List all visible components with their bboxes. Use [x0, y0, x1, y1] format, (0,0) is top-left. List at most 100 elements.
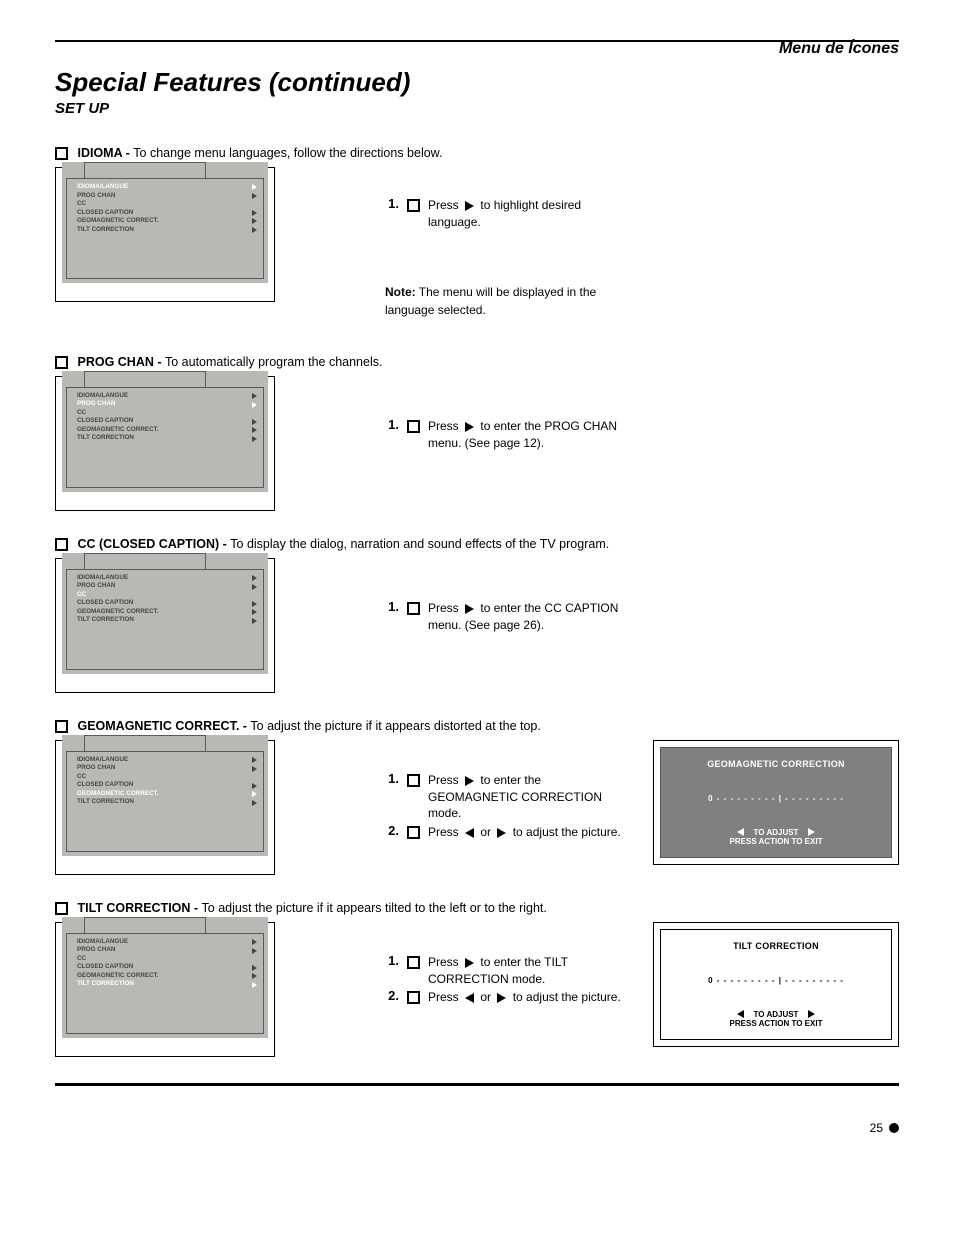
panel-footer: TO ADJUST PRESS ACTION TO EXIT — [669, 828, 883, 847]
step: 1. Press to enter the GEOMAGNETIC CORREC… — [385, 772, 629, 822]
menu-item: CC — [77, 773, 257, 782]
chevron-right-icon — [252, 402, 257, 408]
chevron-right-icon — [252, 218, 257, 224]
square-icon — [407, 826, 420, 839]
geo-panel: GEOMAGNETIC CORRECTION 0 - - - - - - - -… — [653, 740, 899, 865]
menu-item: TILT CORRECTION — [77, 226, 257, 235]
arrow-right-icon — [808, 1010, 815, 1018]
step-number: 1. — [385, 197, 399, 210]
arrow-right-icon — [465, 958, 474, 968]
panel-title: GEOMAGNETIC CORRECTION — [669, 758, 883, 771]
chevron-right-icon — [252, 575, 257, 581]
label-sub: To automatically program the channels. — [165, 355, 382, 369]
chevron-right-icon — [252, 973, 257, 979]
menu-item: IDIOMA/LANGUE — [77, 392, 257, 401]
chevron-right-icon — [252, 757, 257, 763]
panel-scale: 0 - - - - - - - - - | - - - - - - - - - — [669, 795, 883, 803]
panel-scale: 0 - - - - - - - - - | - - - - - - - - - — [669, 977, 883, 985]
step-text: Press to enter the CC CAPTION menu. (See… — [428, 600, 629, 634]
menu-item: CLOSED CAPTION — [77, 781, 257, 790]
chevron-right-icon — [252, 601, 257, 607]
chevron-right-icon — [252, 184, 257, 190]
page: Menu de Ícones Special Features (continu… — [0, 0, 954, 1164]
bullet-icon — [55, 538, 68, 551]
section-idioma: SET UP IDIOMA/LANGUE PROG CHAN CC CLOSED… — [55, 167, 899, 329]
label-text: GEOMAGNETIC CORRECT. - — [77, 719, 250, 733]
chevron-right-icon — [252, 618, 257, 624]
label-text: CC (CLOSED CAPTION) - — [77, 537, 230, 551]
chevron-right-icon — [252, 982, 257, 988]
step-number: 2. — [385, 824, 399, 837]
chevron-right-icon — [252, 227, 257, 233]
dot-icon — [889, 1123, 899, 1133]
menu-thumbnail: SET UP IDIOMA/LANGUE PROG CHAN CC CLOSED… — [55, 922, 275, 1057]
section-cc-label: CC (CLOSED CAPTION) - To display the dia… — [55, 537, 899, 552]
chevron-right-icon — [252, 783, 257, 789]
square-icon — [407, 956, 420, 969]
section-geo: SET UP IDIOMA/LANGUE PROG CHAN CC CLOSED… — [55, 740, 899, 875]
arrow-left-icon — [465, 993, 474, 1003]
square-icon — [407, 199, 420, 212]
step-text: Press or to adjust the picture. — [428, 989, 629, 1006]
menu-item: CC — [77, 591, 257, 600]
menu-item: GEOMAGNETIC CORRECT. — [77, 217, 257, 226]
label-text: IDIOMA - — [77, 146, 133, 160]
section-tilt-label: TILT CORRECTION - To adjust the picture … — [55, 901, 899, 916]
arrow-right-icon — [465, 776, 474, 786]
step: 1. Press to enter the PROG CHAN menu. (S… — [385, 418, 629, 452]
menu-item: IDIOMA/LANGUE — [77, 183, 257, 192]
menu-item: IDIOMA/LANGUE — [77, 756, 257, 765]
menu-item: TILT CORRECTION — [77, 980, 257, 989]
page-title: Special Features (continued) — [55, 68, 899, 97]
menu-item: CC — [77, 955, 257, 964]
chevron-right-icon — [252, 609, 257, 615]
menu-item: IDIOMA/LANGUE — [77, 574, 257, 583]
label-text: PROG CHAN - — [77, 355, 165, 369]
step: 1. Press to enter the TILT CORRECTION mo… — [385, 954, 629, 988]
chevron-right-icon — [252, 791, 257, 797]
square-icon — [407, 420, 420, 433]
menu-item: PROG CHAN — [77, 764, 257, 773]
arrow-right-icon — [465, 422, 474, 432]
section-body: 1. Press to enter the TILT CORRECTION mo… — [385, 922, 629, 1057]
bullet-icon — [55, 147, 68, 160]
menu-item: TILT CORRECTION — [77, 616, 257, 625]
menu-item: PROG CHAN — [77, 582, 257, 591]
section-cc: SET UP IDIOMA/LANGUE PROG CHAN CC CLOSED… — [55, 558, 899, 693]
menu-item: CC — [77, 200, 257, 209]
label-sub: To adjust the picture if it appears tilt… — [202, 901, 547, 915]
page-number: 25 — [870, 1122, 883, 1134]
menu-thumbnail: SET UP IDIOMA/LANGUE PROG CHAN CC CLOSED… — [55, 167, 275, 302]
menu-item: PROG CHAN — [77, 192, 257, 201]
chevron-right-icon — [252, 393, 257, 399]
section-idioma-label: IDIOMA - To change menu languages, follo… — [55, 146, 899, 161]
label-text: TILT CORRECTION - — [77, 901, 201, 915]
footer: 25 — [55, 1122, 899, 1134]
chevron-right-icon — [252, 948, 257, 954]
menu-item: GEOMAGNETIC CORRECT. — [77, 608, 257, 617]
step-text: Press to enter the PROG CHAN menu. (See … — [428, 418, 629, 452]
chevron-right-icon — [252, 419, 257, 425]
menu-item: GEOMAGNETIC CORRECT. — [77, 426, 257, 435]
step-number: 1. — [385, 954, 399, 967]
step-number: 2. — [385, 989, 399, 1002]
chevron-right-icon — [252, 210, 257, 216]
menu-item: CLOSED CAPTION — [77, 599, 257, 608]
bullet-icon — [55, 720, 68, 733]
section-geo-label: GEOMAGNETIC CORRECT. - To adjust the pic… — [55, 719, 899, 734]
chevron-right-icon — [252, 584, 257, 590]
step-text: Press or to adjust the picture. — [428, 824, 629, 841]
arrow-left-icon — [737, 828, 744, 836]
arrow-right-icon — [497, 993, 506, 1003]
menu-item: CC — [77, 409, 257, 418]
step-number: 1. — [385, 772, 399, 785]
step: 2. Press or to adjust the picture. — [385, 989, 629, 1006]
step-text: Press to enter the GEOMAGNETIC CORRECTIO… — [428, 772, 629, 822]
label-sub: To change menu languages, follow the dir… — [133, 146, 442, 160]
right-header: Menu de Ícones — [55, 40, 899, 58]
page-subtitle: SET UP — [55, 100, 899, 118]
menu-item: TILT CORRECTION — [77, 798, 257, 807]
menu-item: PROG CHAN — [77, 400, 257, 409]
chevron-right-icon — [252, 436, 257, 442]
menu-thumbnail: SET UP IDIOMA/LANGUE PROG CHAN CC CLOSED… — [55, 376, 275, 511]
